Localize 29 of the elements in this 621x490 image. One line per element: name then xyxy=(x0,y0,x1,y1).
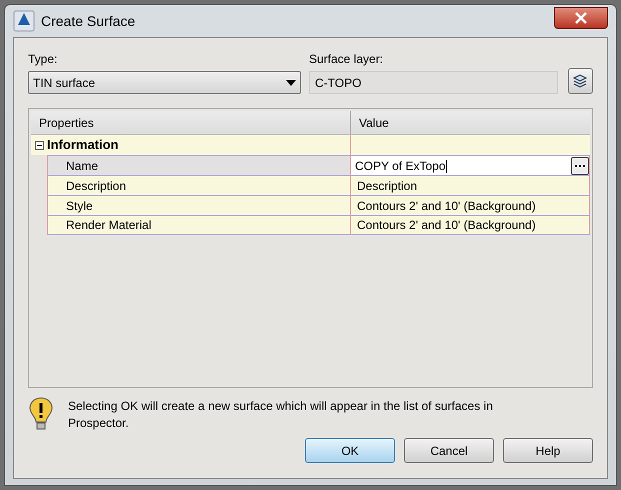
type-label: Type: xyxy=(28,51,58,68)
property-name: Description xyxy=(66,178,126,194)
info-message: Selecting OK will create a new surface which will appear in the list of surfaces in Prospector. xyxy=(68,398,494,432)
property-name: Name xyxy=(66,158,98,174)
property-value: Contours 2' and 10' (Background) xyxy=(351,216,590,234)
property-value: Contours 2' and 10' (Background) xyxy=(351,196,590,215)
app-logo-icon xyxy=(13,10,35,32)
property-name: Style xyxy=(66,198,93,214)
type-dropdown[interactable]: TIN surface xyxy=(28,71,301,94)
layers-button[interactable] xyxy=(568,68,593,94)
group-name: Information xyxy=(47,136,118,154)
value-field[interactable]: COPY of ExTopo xyxy=(351,156,590,175)
column-header[interactable]: Properties xyxy=(31,111,351,134)
close-icon xyxy=(575,12,587,24)
window-title: Create Surface xyxy=(41,12,136,30)
caret-icon xyxy=(286,80,296,86)
dialog-button[interactable]: Help xyxy=(503,438,593,463)
lightbulb-warning-icon xyxy=(28,396,54,432)
surface-layer-label: Surface layer: xyxy=(308,51,384,68)
close-button[interactable] xyxy=(554,7,608,29)
dialog-button[interactable]: OK xyxy=(305,438,395,463)
property-value: Description xyxy=(351,176,590,195)
column-header[interactable]: Value xyxy=(351,111,590,134)
dialog-button[interactable]: Cancel xyxy=(404,438,494,463)
collapse-icon[interactable] xyxy=(35,140,44,150)
property-name: Render Material xyxy=(66,217,152,234)
layers-icon xyxy=(572,73,588,89)
ellipsis-button[interactable] xyxy=(571,156,589,174)
surface-layer-field[interactable]: C-TOPO xyxy=(308,71,558,94)
